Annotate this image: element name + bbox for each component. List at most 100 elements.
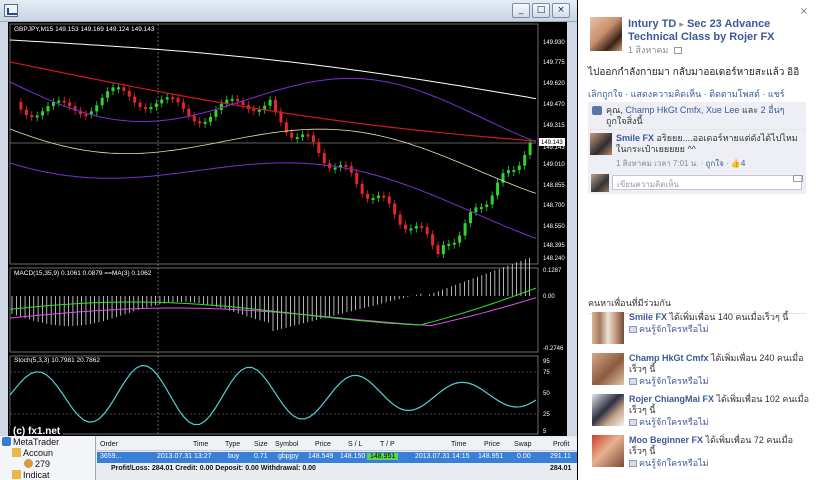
stoch-label: Stoch(5,3,3) 10.7981 20.7862 bbox=[14, 357, 100, 364]
candle-body bbox=[382, 195, 386, 198]
comment-body: Smile FX อริยยย....ออเดอร์หายแต่ดังได้ไป… bbox=[616, 133, 802, 155]
candle-body bbox=[463, 223, 467, 236]
candle-body bbox=[57, 100, 61, 103]
candle-body bbox=[404, 224, 407, 230]
order-size: 0.71 bbox=[254, 453, 268, 460]
order-close-time: 2013.07.31 14:15 bbox=[415, 453, 470, 460]
minimize-button[interactable]: _ bbox=[512, 3, 530, 18]
ma-yellow bbox=[9, 128, 537, 194]
maximize-button[interactable]: □ bbox=[532, 3, 550, 18]
navigator-accounts[interactable]: Accoun bbox=[12, 448, 53, 459]
add-friend-link[interactable]: คนรู้จักใครหรือไม่ bbox=[629, 417, 809, 428]
col-close-time[interactable]: Time bbox=[451, 441, 466, 448]
col-profit[interactable]: Profit bbox=[553, 441, 569, 448]
friend-avatar[interactable] bbox=[592, 312, 624, 344]
candle-body bbox=[62, 100, 66, 103]
friend-name[interactable]: Rojer ChiangMai FX bbox=[629, 394, 714, 404]
order-type: buy bbox=[228, 453, 240, 460]
candle-body bbox=[46, 106, 50, 112]
navigator-account-item[interactable]: 279 bbox=[24, 459, 50, 470]
friend-avatar[interactable] bbox=[592, 435, 624, 467]
comment-like-count[interactable]: 4 bbox=[741, 159, 745, 168]
candle-body bbox=[414, 226, 418, 229]
candle-body bbox=[274, 99, 277, 112]
terminal-panel: MetaTrader Accoun 279 Indicat Order Time… bbox=[0, 436, 577, 480]
col-swap[interactable]: Swap bbox=[514, 441, 532, 448]
post-date[interactable]: 1 สิงหาคม bbox=[628, 43, 682, 57]
friend-suggestion: Rojer ChiangMai FX ได้เพิ่มเพื่อน 102 คน… bbox=[588, 394, 810, 432]
candle-body bbox=[138, 102, 142, 108]
candle-body bbox=[252, 109, 256, 112]
likes-summary: คุณ, Champ HkGt Cmfx, Xue Lee และ 2 อื่น… bbox=[588, 102, 806, 131]
col-price[interactable]: Price bbox=[315, 441, 331, 448]
candle-body bbox=[165, 97, 169, 100]
post-actions[interactable]: เลิกถูกใจ · แสดงความคิดเห็น · ติดตามโพสต… bbox=[588, 87, 785, 101]
likes-names[interactable]: Champ HkGt Cmfx, Xue Lee bbox=[625, 105, 739, 115]
facebook-panel: × Intury TD ▸ Sec 23 Advance Technical C… bbox=[578, 0, 816, 480]
friend-name[interactable]: Moo Beginner FX bbox=[629, 435, 703, 445]
candle-body bbox=[133, 96, 137, 103]
candle-body bbox=[452, 242, 456, 245]
candle-body bbox=[425, 227, 429, 235]
commenter-avatar[interactable] bbox=[590, 133, 612, 155]
commenter-name[interactable]: Smile FX bbox=[616, 133, 654, 143]
poster-name[interactable]: Intury TD bbox=[628, 18, 676, 30]
price-chart-svg[interactable]: 149.930 149.775 149.620 149.470 149.315 149.1… bbox=[8, 22, 567, 436]
order-symbol: gbpjpy bbox=[278, 453, 299, 460]
comment-input[interactable]: เขียนความคิดเห็น bbox=[612, 175, 802, 190]
orders-header-row: Order Time Type Size Symbol Price S / L … bbox=[97, 438, 577, 451]
navigator-indicators[interactable]: Indicat bbox=[12, 470, 50, 480]
candle-body bbox=[100, 97, 104, 106]
add-friend-icon bbox=[629, 460, 637, 467]
price-scale-label: 149.620 bbox=[543, 81, 565, 87]
price-scale-label: 149.315 bbox=[543, 123, 565, 129]
candle-body bbox=[447, 243, 451, 246]
order-row[interactable]: 3659... 2013.07.31 13:27 buy 0.71 gbpjpy… bbox=[97, 452, 577, 463]
camera-icon[interactable] bbox=[793, 175, 803, 182]
candle-body bbox=[181, 102, 185, 109]
candle-body bbox=[485, 204, 489, 208]
likes-more-link[interactable]: 2 อื่นๆ bbox=[761, 105, 785, 115]
friend-avatar[interactable] bbox=[592, 394, 624, 426]
col-sl[interactable]: S / L bbox=[348, 441, 362, 448]
comment-like-link[interactable]: ถูกใจ bbox=[706, 159, 724, 168]
stoch-scale-label: 25 bbox=[543, 412, 550, 418]
order-price: 148.549 bbox=[308, 453, 334, 460]
col-tp[interactable]: T / P bbox=[380, 441, 395, 448]
candle-body bbox=[214, 110, 218, 117]
add-friend-icon bbox=[629, 326, 637, 333]
col-size[interactable]: Size bbox=[254, 441, 268, 448]
candle-body bbox=[344, 165, 348, 168]
add-friend-link[interactable]: คนรู้จักใครหรือไม่ bbox=[629, 458, 809, 469]
candle-body bbox=[290, 132, 294, 138]
chart-area[interactable]: 149.930 149.775 149.620 149.470 149.315 149.1… bbox=[8, 22, 567, 436]
friend-avatar[interactable] bbox=[592, 353, 624, 385]
add-friend-link[interactable]: คนรู้จักใครหรือไม่ bbox=[629, 324, 809, 335]
comment-time[interactable]: 1 สิงหาคม เวลา 7:01 น. bbox=[616, 159, 698, 168]
close-button[interactable]: × bbox=[552, 3, 570, 18]
col-close-price[interactable]: Price bbox=[484, 441, 500, 448]
friend-name[interactable]: Smile FX bbox=[629, 312, 667, 322]
candle-body bbox=[333, 167, 337, 170]
add-friend-link[interactable]: คนรู้จักใครหรือไม่ bbox=[629, 376, 809, 387]
candle-body bbox=[257, 109, 261, 112]
stoch-scale-label: 50 bbox=[543, 391, 550, 397]
stoch-scale-label: 95 bbox=[543, 359, 550, 365]
candle-body bbox=[506, 170, 510, 174]
col-order[interactable]: Order bbox=[100, 441, 118, 448]
col-time[interactable]: Time bbox=[193, 441, 208, 448]
col-symbol[interactable]: Symbol bbox=[275, 441, 298, 448]
chart-window-titlebar[interactable]: _ □ × bbox=[0, 0, 577, 22]
add-friend-icon bbox=[629, 378, 637, 385]
friend-name[interactable]: Champ HkGt Cmfx bbox=[629, 353, 709, 363]
col-type[interactable]: Type bbox=[225, 441, 240, 448]
candle-body bbox=[523, 154, 527, 166]
friend-suggestion: Smile FX ได้เพิ่มเพื่อน 140 คนเมื่อเร็วๆ… bbox=[588, 312, 810, 350]
candle-body bbox=[512, 169, 516, 172]
candle-body bbox=[268, 99, 272, 106]
poster-avatar[interactable] bbox=[590, 17, 622, 51]
close-icon[interactable]: × bbox=[800, 6, 808, 17]
candle-body bbox=[203, 121, 207, 124]
accounts-folder-icon bbox=[12, 448, 21, 457]
navigator-root[interactable]: MetaTrader bbox=[2, 437, 59, 448]
